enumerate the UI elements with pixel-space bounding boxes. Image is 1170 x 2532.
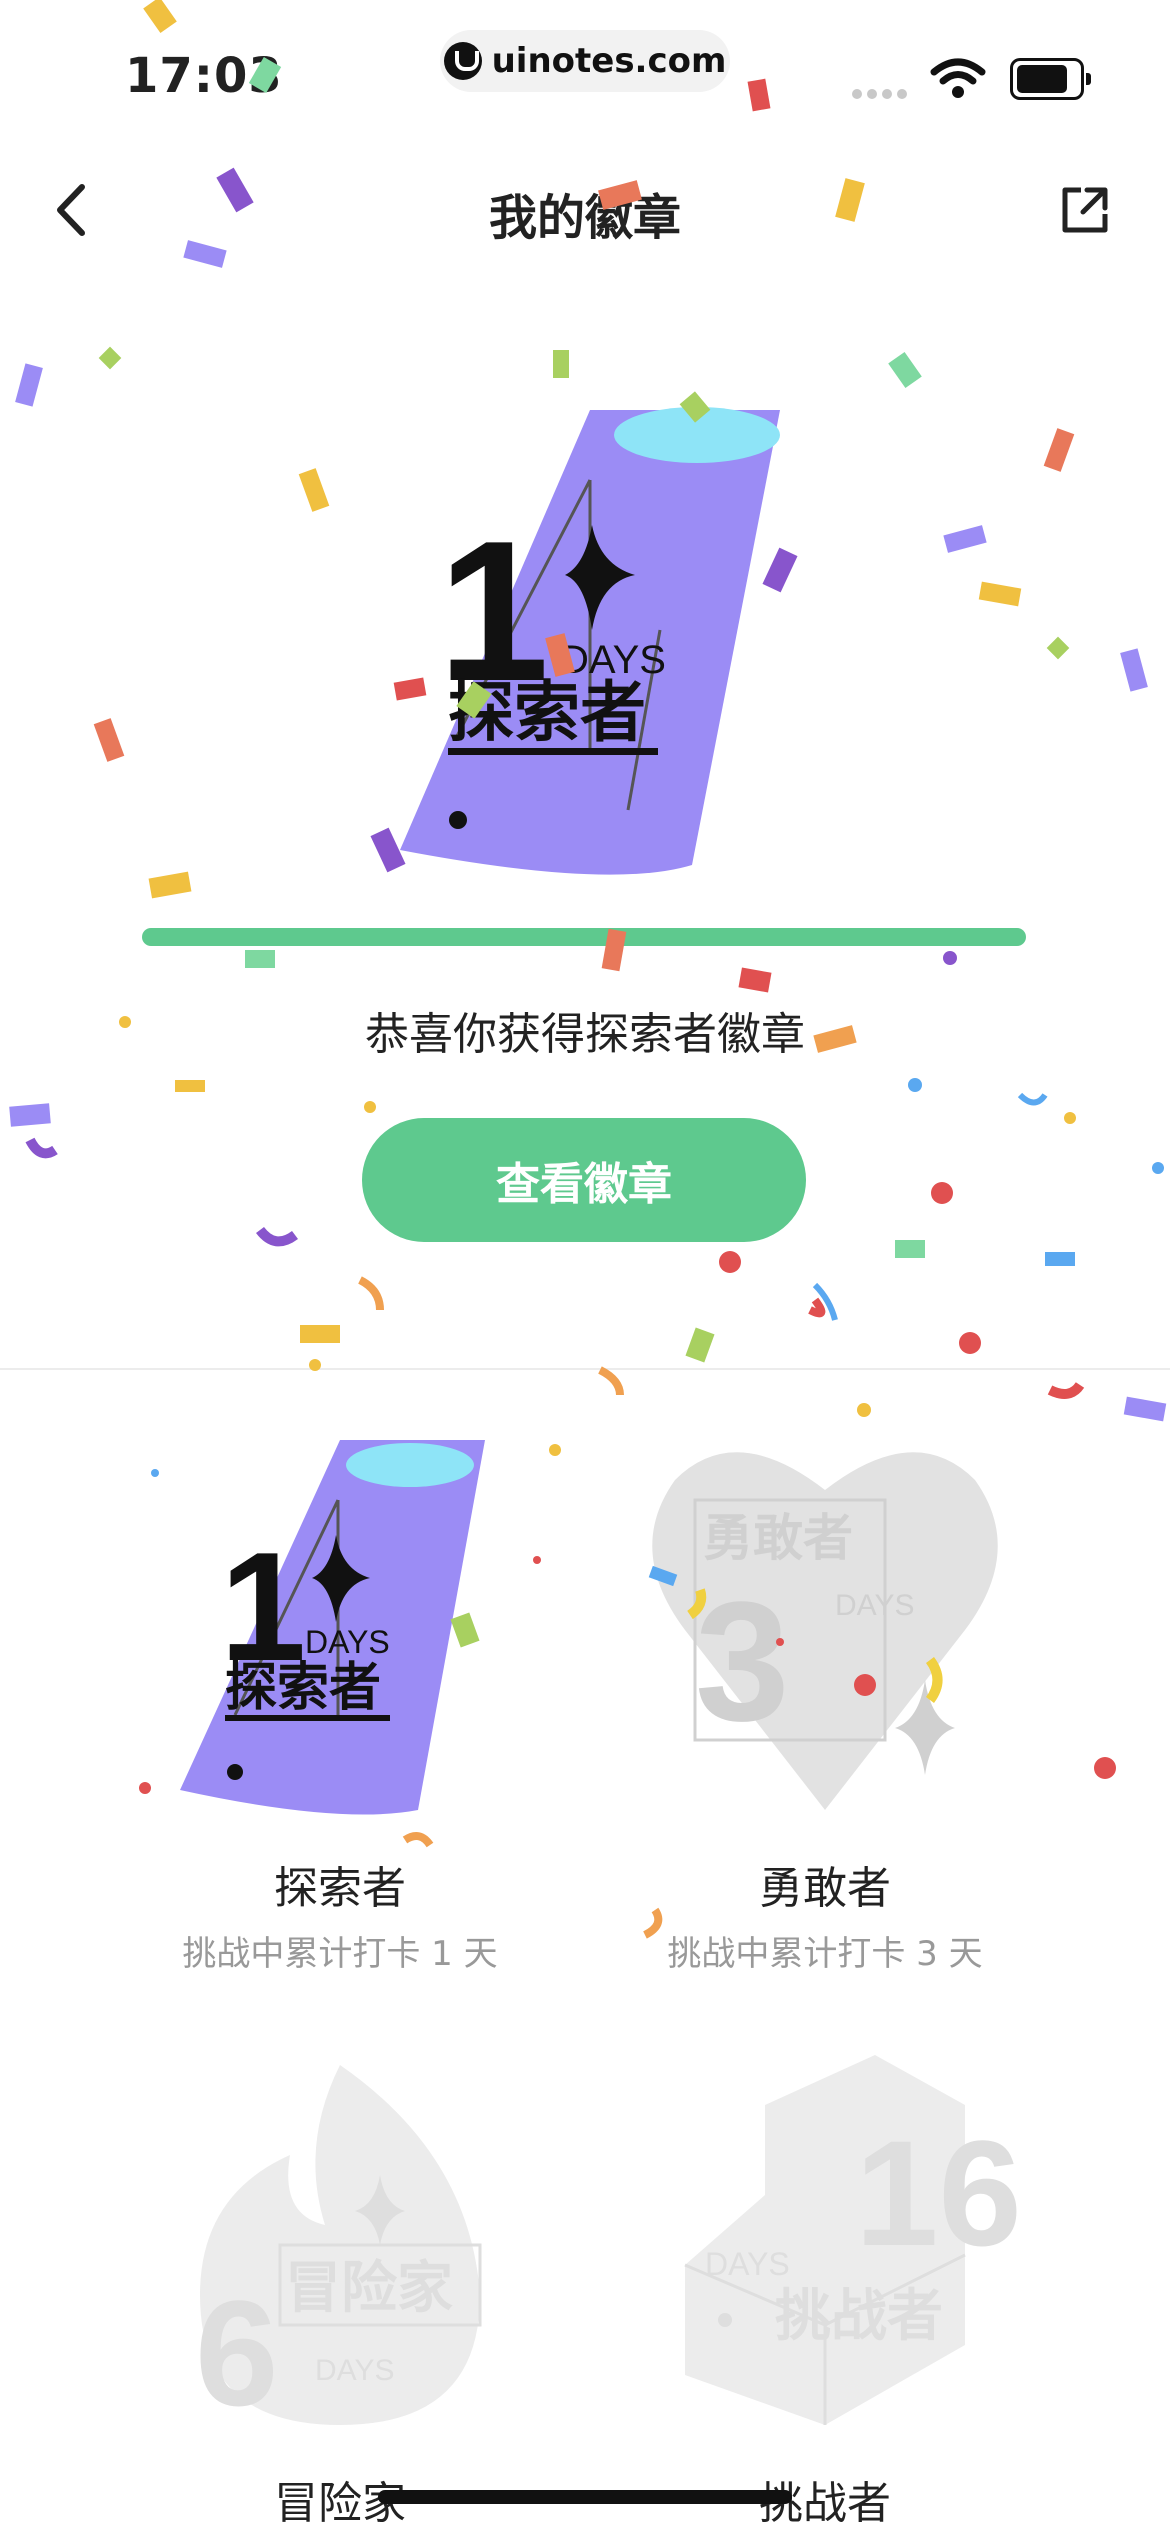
adventurer-badge-icon: 6 冒险家 DAYS <box>195 2065 482 2437</box>
progress-bar <box>142 928 1026 946</box>
svg-text:3: 3 <box>695 1567 790 1757</box>
home-indicator <box>378 2490 792 2504</box>
explorer-badge-icon: 1 DAYS 探索者 <box>180 1440 485 1815</box>
challenger-badge-icon: 16 DAYS 挑战者 <box>684 2055 1022 2425</box>
badge-desc: 挑战中累计打卡 1 天 <box>182 1934 498 1974</box>
svg-text:勇敢者: 勇敢者 <box>703 1509 853 1567</box>
view-badge-button[interactable]: 查看徽章 <box>362 1118 806 1242</box>
explorer-badge-large: 1 DAYS 探索者 <box>400 407 780 875</box>
badge-card-adventurer[interactable]: 6 冒险家 DAYS 冒险家 <box>100 2045 580 2531</box>
section-divider <box>0 1368 1170 1370</box>
svg-text:DAYS: DAYS <box>305 1624 390 1660</box>
badge-name: 探索者 <box>274 1863 406 1914</box>
svg-text:DAYS: DAYS <box>705 2246 790 2282</box>
badge-name: 勇敢者 <box>759 1863 891 1914</box>
congrats-message: 恭喜你获得探索者徽章 <box>365 1009 805 1060</box>
badge-desc: 挑战中累计打卡 3 天 <box>667 1934 983 1974</box>
svg-text:探索者: 探索者 <box>225 1658 381 1718</box>
svg-text:DAYS: DAYS <box>835 1589 914 1622</box>
badge-top-ellipse <box>614 407 780 463</box>
badge-card-explorer[interactable]: 1 DAYS 探索者 探索者 挑战中累计打卡 1 天 <box>100 1430 580 1975</box>
hero-section: 1 DAYS 探索者 恭喜你获得探索者徽章 查看徽章 <box>0 0 1170 1370</box>
svg-text:挑战者: 挑战者 <box>775 2284 943 2349</box>
badge-card-challenger[interactable]: 16 DAYS 挑战者 挑战者 <box>585 2045 1065 2531</box>
svg-text:DAYS: DAYS <box>315 2354 394 2387</box>
badge-card-brave[interactable]: 勇敢者 3 DAYS 勇敢者 挑战中累计打卡 3 天 <box>585 1430 1065 1975</box>
brave-badge-icon: 勇敢者 3 DAYS <box>652 1452 998 1810</box>
svg-text:16: 16 <box>855 2109 1022 2277</box>
svg-text:6: 6 <box>195 2269 278 2437</box>
badge-title: 探索者 <box>448 674 646 751</box>
svg-text:冒险家: 冒险家 <box>285 2256 453 2321</box>
